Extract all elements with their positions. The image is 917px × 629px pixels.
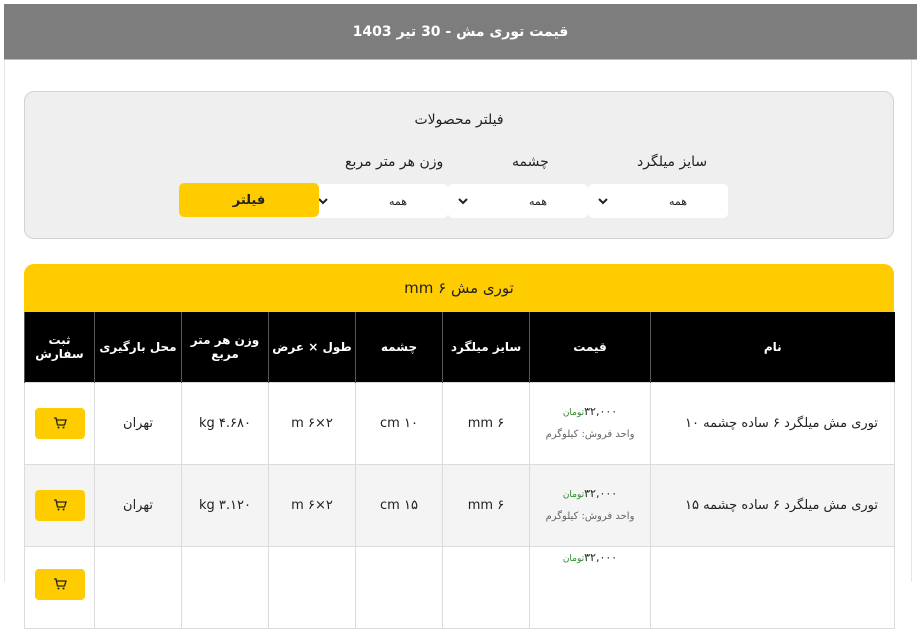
dimensions-cell: ۲×۶ m [268,381,356,465]
cart-icon [53,417,67,429]
page-edge-right [911,60,912,582]
rebar-size-cell: ۶ mm [442,381,530,465]
mesh-cell [355,545,443,629]
column-header-rebar-size: سایز میلگرد [442,312,530,382]
column-header-price: قیمت [529,312,651,382]
table-header-row: نام قیمت سایز میلگرد چشمه طول × عرض وزن … [24,312,895,382]
page-title: قیمت توری مش - 30 تیر 1403 [352,23,569,40]
price-value: ۳۲,۰۰۰ [584,550,618,564]
product-name[interactable] [650,545,895,629]
column-header-location: محل بارگیری [94,312,182,382]
table-row: ۳۲,۰۰۰تومان [24,545,895,629]
order-cell [24,463,95,547]
sale-unit: واحد فروش: کیلوگرم [545,428,635,440]
currency-label: تومان [562,490,585,501]
filter-label-mesh: چشمه [512,154,549,170]
add-to-cart-button[interactable] [34,489,85,521]
location-cell [94,545,182,629]
location-cell: تهران [94,381,182,465]
currency-label: تومان [562,408,585,419]
order-cell [24,381,95,465]
weight-cell [181,545,269,629]
products-table: نام قیمت سایز میلگرد چشمه طول × عرض وزن … [24,312,895,629]
price-cell: ۳۲,۰۰۰تومان واحد فروش: کیلوگرم [529,381,651,465]
dimensions-cell [268,545,356,629]
mesh-cell: ۱۰ cm [355,381,443,465]
price-cell: ۳۲,۰۰۰تومان واحد فروش: کیلوگرم [529,463,651,547]
rebar-size-select[interactable]: همه [588,184,728,218]
price-value: ۳۲,۰۰۰ [584,405,618,419]
price-cell: ۳۲,۰۰۰تومان [529,545,651,629]
dimensions-cell: ۲×۶ m [268,463,356,547]
weight-cell: ۳.۱۲۰ kg [181,463,269,547]
cart-icon [53,578,67,590]
column-header-dimensions: طول × عرض [268,312,356,382]
filter-title: فیلتر محصولات [414,112,504,128]
sale-unit: واحد فروش: کیلوگرم [545,510,635,522]
weight-value: همه [388,194,408,208]
filter-label-rebar-size: سایز میلگرد [637,154,708,170]
top-bar: قیمت توری مش - 30 تیر 1403 [4,4,917,60]
filter-label-weight: وزن هر متر مربع [345,154,444,170]
column-header-order: ثبت سفارش [24,312,95,382]
column-header-weight: وزن هر متر مربع [181,312,269,382]
weight-cell: ۴.۶۸۰ kg [181,381,269,465]
currency-label: تومان [562,553,585,564]
table-row: توری مش میلگرد ۶ ساده چشمه ۱۵ ۳۲,۰۰۰توما… [24,463,895,547]
rebar-size-cell [442,545,530,629]
product-name[interactable]: توری مش میلگرد ۶ ساده چشمه ۱۵ [650,463,895,547]
product-group-title: توری مش ۶ mm [24,264,894,312]
rebar-size-cell: ۶ mm [442,463,530,547]
column-header-mesh: چشمه [355,312,443,382]
mesh-value: همه [528,194,548,208]
chevron-down-icon [458,198,468,205]
chevron-down-icon [598,198,608,205]
add-to-cart-button[interactable] [34,407,85,439]
rebar-size-value: همه [668,194,688,208]
table-row: توری مش میلگرد ۶ ساده چشمه ۱۰ ۳۲,۰۰۰توما… [24,381,895,465]
cart-icon [53,499,67,511]
price-value: ۳۲,۰۰۰ [584,487,618,501]
location-cell: تهران [94,463,182,547]
product-filter-panel: فیلتر محصولات سایز میلگرد چشمه وزن هر مت… [24,91,894,239]
chevron-down-icon [318,198,328,205]
product-name[interactable]: توری مش میلگرد ۶ ساده چشمه ۱۰ [650,381,895,465]
weight-select[interactable]: همه [308,184,448,218]
order-cell [24,545,95,629]
add-to-cart-button[interactable] [34,568,85,600]
column-header-name: نام [650,312,895,382]
mesh-select[interactable]: همه [448,184,588,218]
filter-button[interactable]: فیلتر [179,183,319,217]
mesh-cell: ۱۵ cm [355,463,443,547]
page-edge-left [4,60,5,582]
